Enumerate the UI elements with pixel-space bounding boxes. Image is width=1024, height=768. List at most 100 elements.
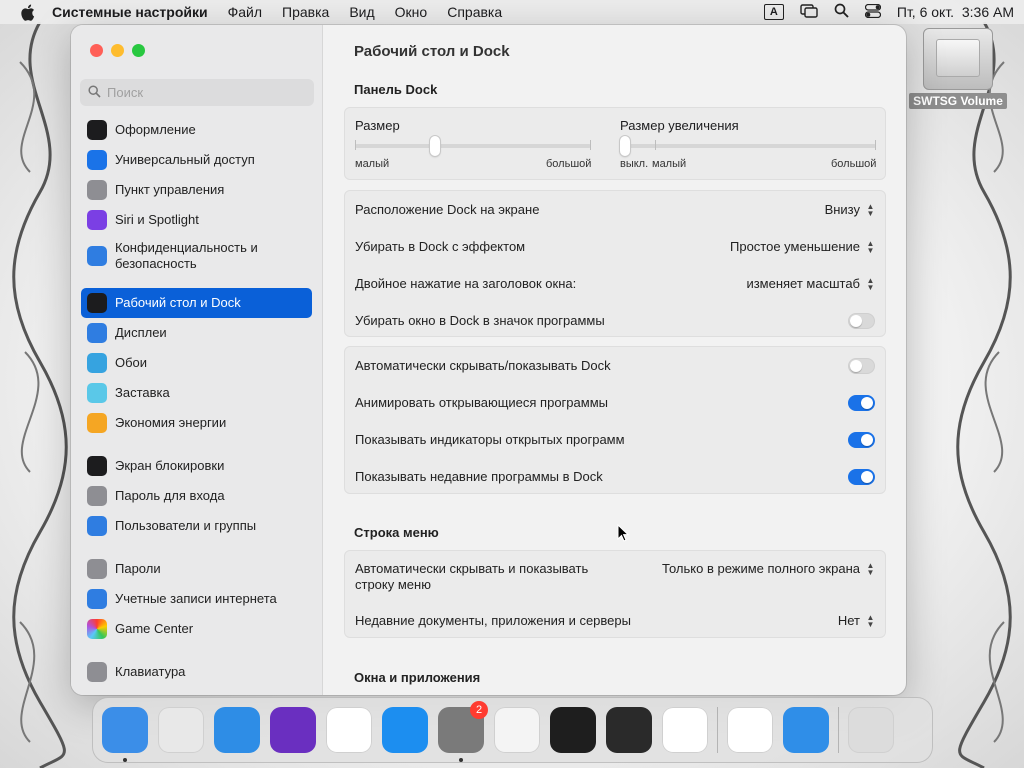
dock-separator [717, 707, 718, 753]
terminal-icon[interactable] [550, 707, 596, 753]
sidebar-item-accessibility[interactable]: Универсальный доступ [81, 145, 312, 175]
garageband-icon[interactable] [606, 707, 652, 753]
autohide-dock-toggle[interactable] [848, 357, 875, 374]
launchpad-icon[interactable] [158, 707, 204, 753]
recent-docs-row: Недавние документы, приложения и серверы… [355, 602, 875, 639]
minimize-effect-row: Убирать в Dock с эффектом Простое уменьш… [355, 228, 875, 265]
running-indicator [459, 758, 463, 762]
menu-help[interactable]: Справка [437, 4, 512, 20]
notification-badge: 2 [470, 701, 488, 719]
sidebar-item-privacy-hand[interactable]: Конфиденциальность и безопасность [81, 236, 312, 276]
vscode-icon[interactable] [662, 707, 708, 753]
menu-app-name[interactable]: Системные настройки [44, 4, 218, 20]
sidebar-item-at[interactable]: Учетные записи интернета [81, 584, 312, 614]
trash-icon[interactable] [848, 707, 894, 753]
sidebar-item-game-center[interactable]: Game Center [81, 614, 312, 644]
firefox-icon[interactable] [270, 707, 316, 753]
chevron-updown-icon: ▲ ▼ [866, 560, 875, 577]
section-dock-title: Панель Dock [354, 82, 438, 97]
show-recent-label: Показывать недавние программы в Dock [355, 469, 603, 484]
minimize-into-app-row: Убирать окно в Dock в значок программы [355, 302, 875, 339]
screen-mirroring-icon[interactable] [800, 3, 818, 21]
sidebar-item-control-center[interactable]: Пункт управления [81, 175, 312, 205]
finder-icon[interactable] [102, 707, 148, 762]
sidebar-item-screensaver[interactable]: Заставка [81, 378, 312, 408]
section-menubar-title: Строка меню [354, 525, 439, 540]
size-slider-thumb[interactable] [429, 136, 440, 156]
sidebar-item-key[interactable]: Пароли [81, 554, 312, 584]
system-settings-icon[interactable]: 2 [438, 701, 488, 762]
chevron-updown-icon: ▲ ▼ [866, 612, 875, 629]
sidebar-item-label: Экономия энергии [115, 415, 227, 430]
search-icon [88, 84, 101, 101]
menubar-options-group: Автоматически скрывать и показывать стро… [344, 550, 886, 638]
recent-docs-select[interactable]: Нет ▲ ▼ [838, 613, 875, 628]
double-click-value: изменяет масштаб [746, 276, 860, 291]
visual-studio-icon[interactable] [727, 707, 773, 753]
menubar-autohide-row: Автоматически скрывать и показывать стро… [355, 557, 875, 597]
menubar-autohide-select[interactable]: Только в режиме полного экрана ▲ ▼ [662, 557, 875, 576]
zoom-button[interactable] [132, 44, 145, 57]
system-settings-window: Оформление Универсальный доступ Пункт упра… [71, 25, 906, 695]
sidebar-item-dock[interactable]: Рабочий стол и Dock [81, 288, 312, 318]
sidebar-item-appearance[interactable]: Оформление [81, 115, 312, 145]
sidebar-item-lock-screen[interactable]: Экран блокировки [81, 451, 312, 481]
show-indicators-toggle[interactable] [848, 431, 875, 448]
sidebar-item-label: Пароли [115, 561, 161, 576]
sidebar-item-wallpaper[interactable]: Обои [81, 348, 312, 378]
menu-bar: Системные настройки Файл Правка Вид Окно… [0, 0, 1024, 24]
search-field[interactable] [80, 79, 314, 106]
battery-icon [87, 413, 107, 433]
sidebar-item-siri[interactable]: Siri и Spotlight [81, 205, 312, 235]
sidebar-item-display[interactable]: Дисплеи [81, 318, 312, 348]
section-windows-title: Окна и приложения [354, 670, 481, 685]
magnify-slider[interactable] [620, 144, 876, 148]
spotlight-search-icon[interactable] [834, 3, 849, 21]
sidebar-item-label: Пункт управления [115, 182, 225, 197]
sidebar-item-users[interactable]: Пользователи и группы [81, 511, 312, 541]
recent-docs-value: Нет [837, 613, 860, 628]
double-click-select[interactable]: изменяет масштаб ▲ ▼ [746, 276, 875, 291]
minimize-button[interactable] [111, 44, 124, 57]
ornament-left [0, 21, 80, 768]
control-center-menu-icon[interactable] [864, 3, 881, 21]
sidebar-item-label: Siri и Spotlight [115, 212, 199, 227]
menu-file[interactable]: Файл [218, 4, 272, 20]
menu-clock[interactable]: Пт, 6 окт. 3:36 AM [897, 4, 1014, 20]
sidebar-item-label: Обои [115, 355, 148, 370]
sidebar-item-keyboard[interactable]: Клавиатура [81, 657, 312, 687]
double-click-row: Двойное нажатие на заголовок окна: измен… [355, 265, 875, 302]
show-recent-toggle[interactable] [848, 468, 875, 485]
magnify-slider-thumb[interactable] [620, 136, 630, 156]
menu-edit[interactable]: Правка [272, 4, 339, 20]
sidebar-item-lock[interactable]: Пароль для входа [81, 481, 312, 511]
close-button[interactable] [90, 44, 103, 57]
weather-icon[interactable] [783, 707, 829, 753]
minimize-into-app-toggle[interactable] [848, 312, 875, 329]
animate-apps-toggle[interactable] [848, 394, 875, 411]
safari-icon[interactable] [214, 707, 260, 753]
minimize-effect-select[interactable]: Простое уменьшение ▲ ▼ [730, 239, 875, 254]
apple-menu-icon[interactable] [10, 4, 44, 21]
menu-view[interactable]: Вид [339, 4, 384, 20]
minimize-into-app-label: Убирать окно в Dock в значок программы [355, 313, 605, 328]
textedit-icon[interactable] [494, 707, 540, 753]
chrome-icon[interactable] [326, 707, 372, 753]
magnify-min-label: малый [652, 158, 687, 170]
size-slider[interactable] [355, 144, 591, 148]
size-label: Размер [355, 118, 400, 133]
menu-window[interactable]: Окно [385, 4, 438, 20]
sidebar-item-label: Конфиденциальность и безопасность [115, 240, 258, 271]
app-store-icon[interactable] [382, 707, 428, 753]
sidebar-item-label: Экран блокировки [115, 458, 225, 473]
drive-label: SWTSG Volume [909, 93, 1007, 109]
sidebar-item-battery[interactable]: Экономия энергии [81, 408, 312, 438]
search-input[interactable] [107, 85, 287, 100]
menubar-autohide-value: Только в режиме полного экрана [662, 561, 860, 576]
users-icon [87, 516, 107, 536]
dock-separator [838, 707, 839, 753]
input-source-icon[interactable]: A [763, 4, 784, 20]
hard-drive-icon [923, 28, 993, 90]
dock-position-select[interactable]: Внизу ▲ ▼ [825, 202, 875, 217]
drive-desktop-icon[interactable]: SWTSG Volume [909, 28, 1007, 120]
